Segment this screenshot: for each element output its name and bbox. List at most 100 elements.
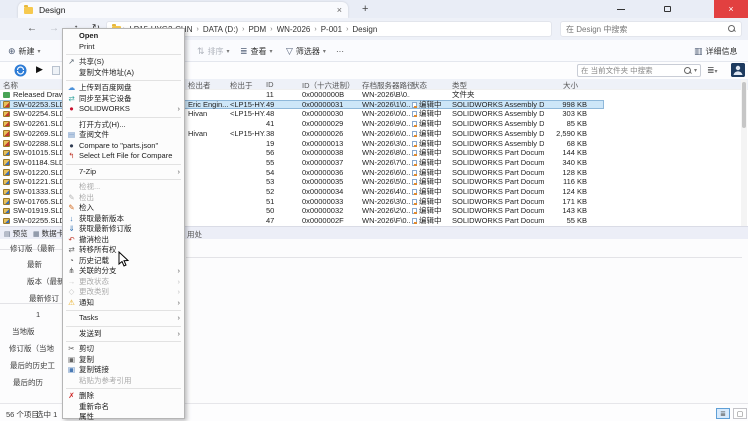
menu-item-paste-as-reference: 粘贴为参考引用 [63, 376, 184, 387]
menu-item-tasks[interactable]: Tasks› [63, 313, 184, 324]
window-maximize-button[interactable] [656, 0, 678, 18]
vertical-scrollbar[interactable] [741, 80, 747, 226]
menu-item-share[interactable]: ↗共享(S) [63, 57, 184, 68]
menu-item-solidworks[interactable]: ●SOLIDWORKS› [63, 104, 184, 115]
menu-item-send-to[interactable]: 发送到› [63, 329, 184, 340]
menu-item-copy-link[interactable]: ▣复制链接 [63, 365, 184, 376]
cell-checked-out-in [230, 148, 265, 158]
breadcrumb-item-5[interactable]: Design [352, 25, 377, 34]
menu-item-rename[interactable]: 重新命名 [63, 402, 184, 413]
cell-checked-out-by [188, 216, 229, 226]
details-view-button[interactable]: ≣ [716, 408, 730, 419]
tab-close-icon[interactable]: × [337, 5, 342, 15]
undo-checkout-icon: ↶ [66, 235, 77, 246]
menu-item-undo-checkout[interactable]: ↶撤消检出 [63, 235, 184, 246]
cell-state: 编辑中 [412, 177, 451, 187]
cell-size: 128 KB [545, 168, 587, 178]
cell-state: 编辑中 [412, 206, 451, 216]
cell-checked-out-by [188, 197, 229, 207]
menu-item-copy[interactable]: ▣复制 [63, 355, 184, 366]
items-count: 56 个项目 [6, 409, 39, 420]
menu-item-label: 同步至其它设备 [79, 94, 132, 103]
pdm-search-input[interactable]: 在 当前文件夹 中搜索 ▾ [577, 64, 701, 77]
menu-item-print[interactable]: Print [63, 42, 184, 53]
user-avatar[interactable] [731, 63, 745, 77]
cell-id: 48 [266, 109, 294, 119]
cell-id: 56 [266, 148, 294, 158]
cell-id-hex: 0x00000037 [302, 158, 360, 168]
menu-item-select-left-compare[interactable]: ↰Select Left File for Compare [63, 151, 184, 162]
menu-item-check-in[interactable]: ✎检入 [63, 203, 184, 214]
menu-item-compare-parts-json[interactable]: ●Compare to "parts.json" [63, 141, 184, 152]
cell-checked-out-in [230, 187, 265, 197]
menu-item-open[interactable]: Open [63, 31, 184, 42]
search-input[interactable]: 在 Design 中搜索 [560, 21, 742, 37]
menu-item-cut[interactable]: ✂剪切 [63, 344, 184, 355]
breadcrumb-item-4[interactable]: P-001 [321, 25, 342, 34]
cell-checked-out-by [188, 168, 229, 178]
menu-item-view-file[interactable]: ▤查阅文件 [63, 130, 184, 141]
sort-icon: ⇅ [197, 46, 205, 57]
cell-state: 编辑中 [412, 148, 451, 158]
details-pane-button[interactable]: ▥ 详细信息 [694, 40, 738, 62]
cell-size: 55 KB [545, 216, 587, 226]
menu-item-baidu-upload[interactable]: ☁上传到百度网盘 [63, 83, 184, 94]
copy-icon: ▣ [66, 355, 77, 366]
datacard-field-label: 最后的历史工 [10, 360, 55, 371]
cell-checked-out-by [188, 139, 229, 149]
cell-archive-path: WN-2026\7\0... [362, 158, 410, 168]
breadcrumb-item-2[interactable]: PDM [248, 25, 266, 34]
datacard-field-label: 最新 [27, 259, 42, 270]
filter-button[interactable]: ▽ 筛选器▾ [286, 40, 326, 62]
forward-icon[interactable]: → [46, 21, 62, 37]
menu-item-get-latest-version[interactable]: ↓获取最新版本 [63, 214, 184, 225]
cell-checked-out-by [188, 148, 229, 158]
pdm-search-chevron-icon[interactable]: ▾ [694, 67, 697, 74]
cell-checked-out-by [188, 90, 229, 100]
solidworks-file-icon [3, 198, 10, 205]
menu-item-get-latest-revision[interactable]: ⇓获取最新修订版 [63, 224, 184, 235]
cell-archive-path: WN-2026\1\0... [362, 100, 410, 110]
tab-datacard[interactable]: ▦ 数据卡 [33, 228, 64, 239]
cell-archive-path: WN-2026\9\0... [362, 119, 410, 129]
view-button[interactable]: ≣ 查看▾ [240, 40, 273, 62]
window-close-button[interactable]: × [714, 0, 748, 18]
associated-branches-icon: ⋔ [66, 266, 77, 277]
menu-item-open-with[interactable]: 打开方式(H)... [63, 120, 184, 131]
column-header-id[interactable]: ID [266, 80, 274, 89]
menu-item-label: 更改状态 [79, 277, 109, 286]
menu-separator [66, 117, 181, 118]
menu-item-seven-zip[interactable]: 7-Zip› [63, 167, 184, 178]
notify-icon: ⚠ [66, 298, 77, 309]
search-options-icon[interactable]: ≣▾ [707, 65, 718, 76]
solidworks-file-icon [3, 111, 10, 118]
menu-item-label: 复制 [79, 355, 94, 364]
datacard-field-label: 最新修订 [29, 293, 59, 304]
window-minimize-button[interactable] [610, 0, 632, 18]
back-icon[interactable]: ← [24, 21, 40, 37]
menu-item-delete[interactable]: ✗删除 [63, 391, 184, 402]
menu-item-copy-file-address[interactable]: 复制文件地址(A) [63, 68, 184, 79]
menu-item-sync-devices[interactable]: ⇄同步至其它设备 [63, 94, 184, 105]
menu-item-label: Tasks [79, 313, 98, 322]
menu-item-label: 删除 [79, 391, 94, 400]
new-button[interactable]: ⊕ 新建▾ [8, 40, 41, 62]
new-tab-button[interactable]: + [362, 3, 368, 15]
pdm-tool-icon-1[interactable] [52, 66, 60, 75]
cell-state: 编辑中 [412, 168, 451, 178]
menu-item-properties[interactable]: 属性 [63, 412, 184, 421]
thumbnail-view-button[interactable]: ▢ [733, 408, 747, 419]
get-latest-revision-icon: ⇓ [66, 224, 77, 235]
sort-button[interactable]: ⇅ 排序▾ [197, 40, 230, 62]
tab-preview[interactable]: ▤ 预览 [4, 228, 28, 239]
pdm-logo-icon[interactable] [14, 64, 27, 79]
explorer-tab-design[interactable]: Design × [18, 2, 348, 18]
menu-item-notify[interactable]: ⚠通知› [63, 298, 184, 309]
cell-checked-out-by [188, 119, 229, 129]
scrollbar-thumb[interactable] [742, 82, 746, 128]
breadcrumb-item-1[interactable]: DATA (D:) [203, 25, 238, 34]
play-icon[interactable]: ▶ [36, 64, 43, 75]
more-button[interactable]: ··· [336, 40, 344, 62]
breadcrumb-item-3[interactable]: WN-2026 [277, 25, 311, 34]
copy-link-icon: ▣ [66, 365, 77, 376]
